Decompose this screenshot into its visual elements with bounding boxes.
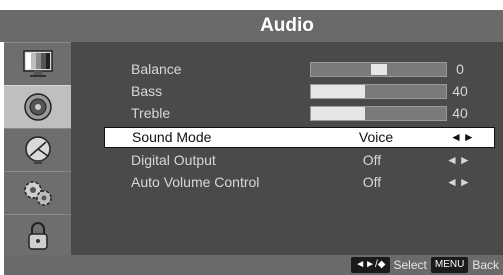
treble-slider[interactable]: [310, 106, 447, 121]
padlock-icon: [28, 222, 48, 250]
satellite-dish-icon: [25, 136, 51, 164]
treble-value: 40: [452, 105, 468, 121]
auto-volume-value: Off: [362, 174, 382, 190]
balance-row[interactable]: Balance 0: [101, 60, 491, 80]
header-corner: [0, 10, 71, 42]
sound-mode-row[interactable]: Sound Mode Voice ◄►: [104, 127, 495, 148]
balance-slider-thumb[interactable]: [370, 64, 387, 75]
treble-label: Treble: [131, 105, 171, 121]
audio-settings-panel: Balance 0 Bass 40 Treble 40 Sound Mode V…: [71, 42, 503, 255]
balance-slider[interactable]: [310, 62, 447, 77]
tv-picture-icon: [23, 50, 53, 77]
sound-mode-arrows-icon[interactable]: ◄►: [450, 130, 476, 144]
auto-volume-arrows-icon[interactable]: ◄►: [446, 175, 472, 189]
bass-slider[interactable]: [310, 84, 447, 99]
bass-label: Bass: [131, 83, 163, 99]
sidebar-item-picture[interactable]: [4, 42, 71, 85]
speaker-icon: [24, 93, 52, 121]
digital-output-row[interactable]: Digital Output Off ◄►: [101, 151, 491, 171]
sidebar-item-audio[interactable]: [4, 85, 71, 128]
gears-icon: [24, 181, 52, 206]
sound-mode-value: Voice: [358, 129, 394, 145]
digital-output-label: Digital Output: [131, 152, 216, 168]
menu-header: Audio: [71, 10, 503, 42]
treble-row[interactable]: Treble 40: [101, 104, 491, 124]
digital-output-value: Off: [362, 152, 382, 168]
hint-bar: ◄►/◆ Select MENU Back: [4, 255, 503, 275]
auto-volume-label: Auto Volume Control: [131, 174, 260, 190]
tv-osd-screen: Audio Balance 0 Bass 40 Treble 40 Sound …: [0, 0, 503, 275]
digital-output-arrows-icon[interactable]: ◄►: [446, 153, 472, 167]
bass-slider-fill: [311, 85, 365, 98]
category-sidebar: [4, 42, 71, 255]
sidebar-item-channel[interactable]: [4, 128, 71, 171]
balance-value: 0: [456, 61, 464, 77]
select-hint: Select: [393, 258, 427, 272]
bass-value: 40: [452, 83, 468, 99]
balance-label: Balance: [131, 61, 182, 77]
nav-key-icon: ◄►/◆: [351, 257, 390, 273]
auto-volume-row[interactable]: Auto Volume Control Off ◄►: [101, 173, 491, 193]
sound-mode-label: Sound Mode: [132, 129, 212, 145]
sidebar-item-lock[interactable]: [4, 214, 71, 257]
key-hints: ◄►/◆ Select MENU Back: [351, 256, 499, 274]
back-hint: Back: [472, 258, 499, 272]
bass-row[interactable]: Bass 40: [101, 82, 491, 102]
menu-key-icon: MENU: [430, 257, 469, 273]
treble-slider-fill: [311, 107, 365, 120]
page-title: Audio: [260, 15, 314, 36]
sidebar-item-setup[interactable]: [4, 171, 71, 214]
